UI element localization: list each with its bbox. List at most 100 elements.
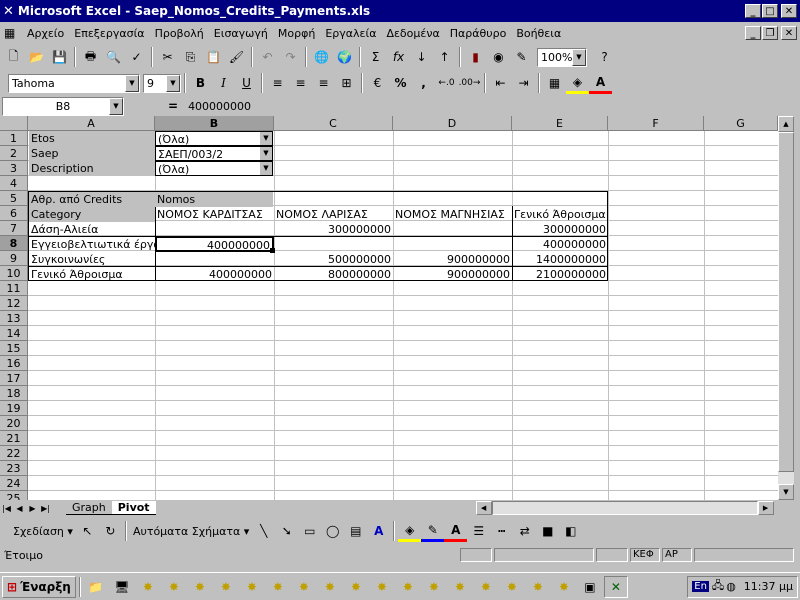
sun-icon[interactable]: ✸ <box>448 576 472 598</box>
open-icon[interactable]: 📂 <box>25 46 48 68</box>
vertical-scrollbar[interactable]: ▲ ▼ <box>778 116 794 500</box>
wordart-icon[interactable]: A <box>367 520 390 542</box>
line-style-icon[interactable]: ☰ <box>467 520 490 542</box>
pivot-column-field[interactable]: Nomos <box>155 192 273 207</box>
sun-icon[interactable]: ✸ <box>422 576 446 598</box>
sort-descending-icon[interactable]: ↑ <box>433 46 456 68</box>
format-painter-icon[interactable]: 🖌 <box>225 46 248 68</box>
pivot-page-filter[interactable]: (Όλα) ▼ <box>155 161 273 176</box>
menu-window[interactable]: Παράθυρο <box>445 27 512 40</box>
sun-icon[interactable]: ✸ <box>266 576 290 598</box>
sheet-tab-pivot[interactable]: Pivot <box>111 501 156 515</box>
redo-icon[interactable]: ↷ <box>279 46 302 68</box>
increase-indent-icon[interactable]: ⇥ <box>512 72 535 94</box>
menu-file[interactable]: Αρχείο <box>22 27 69 40</box>
decrease-indent-icon[interactable]: ⇤ <box>489 72 512 94</box>
hyperlink-icon[interactable]: 🌐 <box>310 46 333 68</box>
sun-icon[interactable]: ✸ <box>136 576 160 598</box>
row-header[interactable]: 12 <box>0 296 28 311</box>
row-header[interactable]: 1 <box>0 131 28 146</box>
column-header-e[interactable]: E <box>512 116 608 131</box>
free-rotate-icon[interactable]: ↻ <box>99 520 122 542</box>
menu-data[interactable]: Δεδομένα <box>381 27 444 40</box>
paste-function-icon[interactable]: fx <box>387 46 410 68</box>
column-header-g[interactable]: G <box>704 116 778 131</box>
print-preview-icon[interactable]: 🔍 <box>102 46 125 68</box>
fill-color-icon[interactable]: ◈ <box>398 520 422 542</box>
arrow-style-icon[interactable]: ⇄ <box>513 520 536 542</box>
dash-style-icon[interactable]: ┅ <box>490 520 513 542</box>
row-header[interactable]: 15 <box>0 341 28 356</box>
row-header[interactable]: 20 <box>0 416 28 431</box>
start-button[interactable]: ⊞ Έναρξη <box>2 575 76 598</box>
scroll-up-icon[interactable]: ▲ <box>778 116 794 132</box>
row-header[interactable]: 22 <box>0 446 28 461</box>
row-header[interactable]: 17 <box>0 371 28 386</box>
line-color-icon[interactable]: ✎ <box>421 520 445 542</box>
font-select[interactable]: Tahoma ▼ <box>8 73 140 93</box>
sun-icon[interactable]: ✸ <box>370 576 394 598</box>
row-header[interactable]: 25 <box>0 491 28 500</box>
fill-color-icon[interactable]: ◈ <box>566 72 589 94</box>
column-header-a[interactable]: A <box>28 116 155 131</box>
row-header[interactable]: 2 <box>0 146 28 161</box>
autosum-icon[interactable]: Σ <box>364 46 387 68</box>
sun-icon[interactable]: ✸ <box>162 576 186 598</box>
monitor-icon[interactable]: ▣ <box>578 576 602 598</box>
sun-icon[interactable]: ✸ <box>396 576 420 598</box>
column-header-b[interactable]: B <box>155 116 274 131</box>
sun-icon[interactable]: ✸ <box>214 576 238 598</box>
text-box-icon[interactable]: ▤ <box>344 520 367 542</box>
sun-icon[interactable]: ✸ <box>344 576 368 598</box>
formula-input[interactable]: 400000000 <box>188 100 251 113</box>
select-all-corner[interactable] <box>0 116 28 131</box>
worksheet-grid[interactable]: A B C D E F G 1 2 3 4 5 6 7 8 9 10 11 12 13 14 15 16 17 1… <box>0 116 778 500</box>
first-sheet-icon[interactable]: |◀ <box>0 504 13 513</box>
column-header-c[interactable]: C <box>274 116 393 131</box>
excel-task-icon[interactable]: ✕ <box>603 575 628 598</box>
sun-icon[interactable]: ✸ <box>474 576 498 598</box>
map-icon[interactable]: ◉ <box>487 46 510 68</box>
row-header[interactable]: 9 <box>0 251 28 266</box>
draw-menu[interactable]: Σχεδίαση ▾ <box>10 525 76 538</box>
globe-icon[interactable]: ◍ <box>726 580 736 593</box>
menu-insert[interactable]: Εισαγωγή <box>209 27 273 40</box>
row-header[interactable]: 8 <box>0 236 28 251</box>
maximize-button[interactable]: □ <box>762 4 778 18</box>
prev-sheet-icon[interactable]: ◀ <box>13 504 26 513</box>
row-header[interactable]: 3 <box>0 161 28 176</box>
borders-icon[interactable]: ▦ <box>543 72 566 94</box>
minimize-button[interactable]: _ <box>745 4 761 18</box>
active-cell-b8[interactable]: 400000000 <box>155 236 274 252</box>
row-header[interactable]: 24 <box>0 476 28 491</box>
sun-icon[interactable]: ✸ <box>318 576 342 598</box>
column-header-f[interactable]: F <box>608 116 704 131</box>
row-header[interactable]: 21 <box>0 431 28 446</box>
align-center-icon[interactable]: ≡ <box>289 72 312 94</box>
autoshapes-menu[interactable]: Αυτόματα Σχήματα ▾ <box>130 525 252 538</box>
row-header[interactable]: 4 <box>0 176 28 191</box>
desktop-icon[interactable]: 🖥 <box>110 576 134 598</box>
doc-close-button[interactable]: ✕ <box>781 26 797 40</box>
merge-center-icon[interactable]: ⊞ <box>335 72 358 94</box>
hscroll-right-icon[interactable]: ▶ <box>757 501 774 515</box>
3d-icon[interactable]: ◧ <box>559 520 582 542</box>
hscroll-left-icon[interactable]: ◀ <box>475 501 492 515</box>
undo-icon[interactable]: ↶ <box>256 46 279 68</box>
drawing-icon[interactable]: ✎ <box>510 46 533 68</box>
menu-format[interactable]: Μορφή <box>273 27 320 40</box>
last-sheet-icon[interactable]: ▶| <box>39 504 52 513</box>
sheet-tab-graph[interactable]: Graph <box>66 501 112 515</box>
oval-icon[interactable]: ◯ <box>321 520 344 542</box>
align-left-icon[interactable]: ≡ <box>266 72 289 94</box>
column-header-d[interactable]: D <box>393 116 512 131</box>
row-header[interactable]: 7 <box>0 221 28 236</box>
new-icon[interactable]: 🗋 <box>2 46 25 68</box>
scroll-down-icon[interactable]: ▼ <box>778 484 794 500</box>
horizontal-scrollbar[interactable] <box>491 501 758 515</box>
sort-ascending-icon[interactable]: ↓ <box>410 46 433 68</box>
pivot-data-field[interactable]: Αθρ. από Credits <box>29 192 155 207</box>
doc-restore-button[interactable]: ❐ <box>762 26 778 40</box>
sun-icon[interactable]: ✸ <box>292 576 316 598</box>
language-indicator[interactable]: En <box>692 581 709 592</box>
